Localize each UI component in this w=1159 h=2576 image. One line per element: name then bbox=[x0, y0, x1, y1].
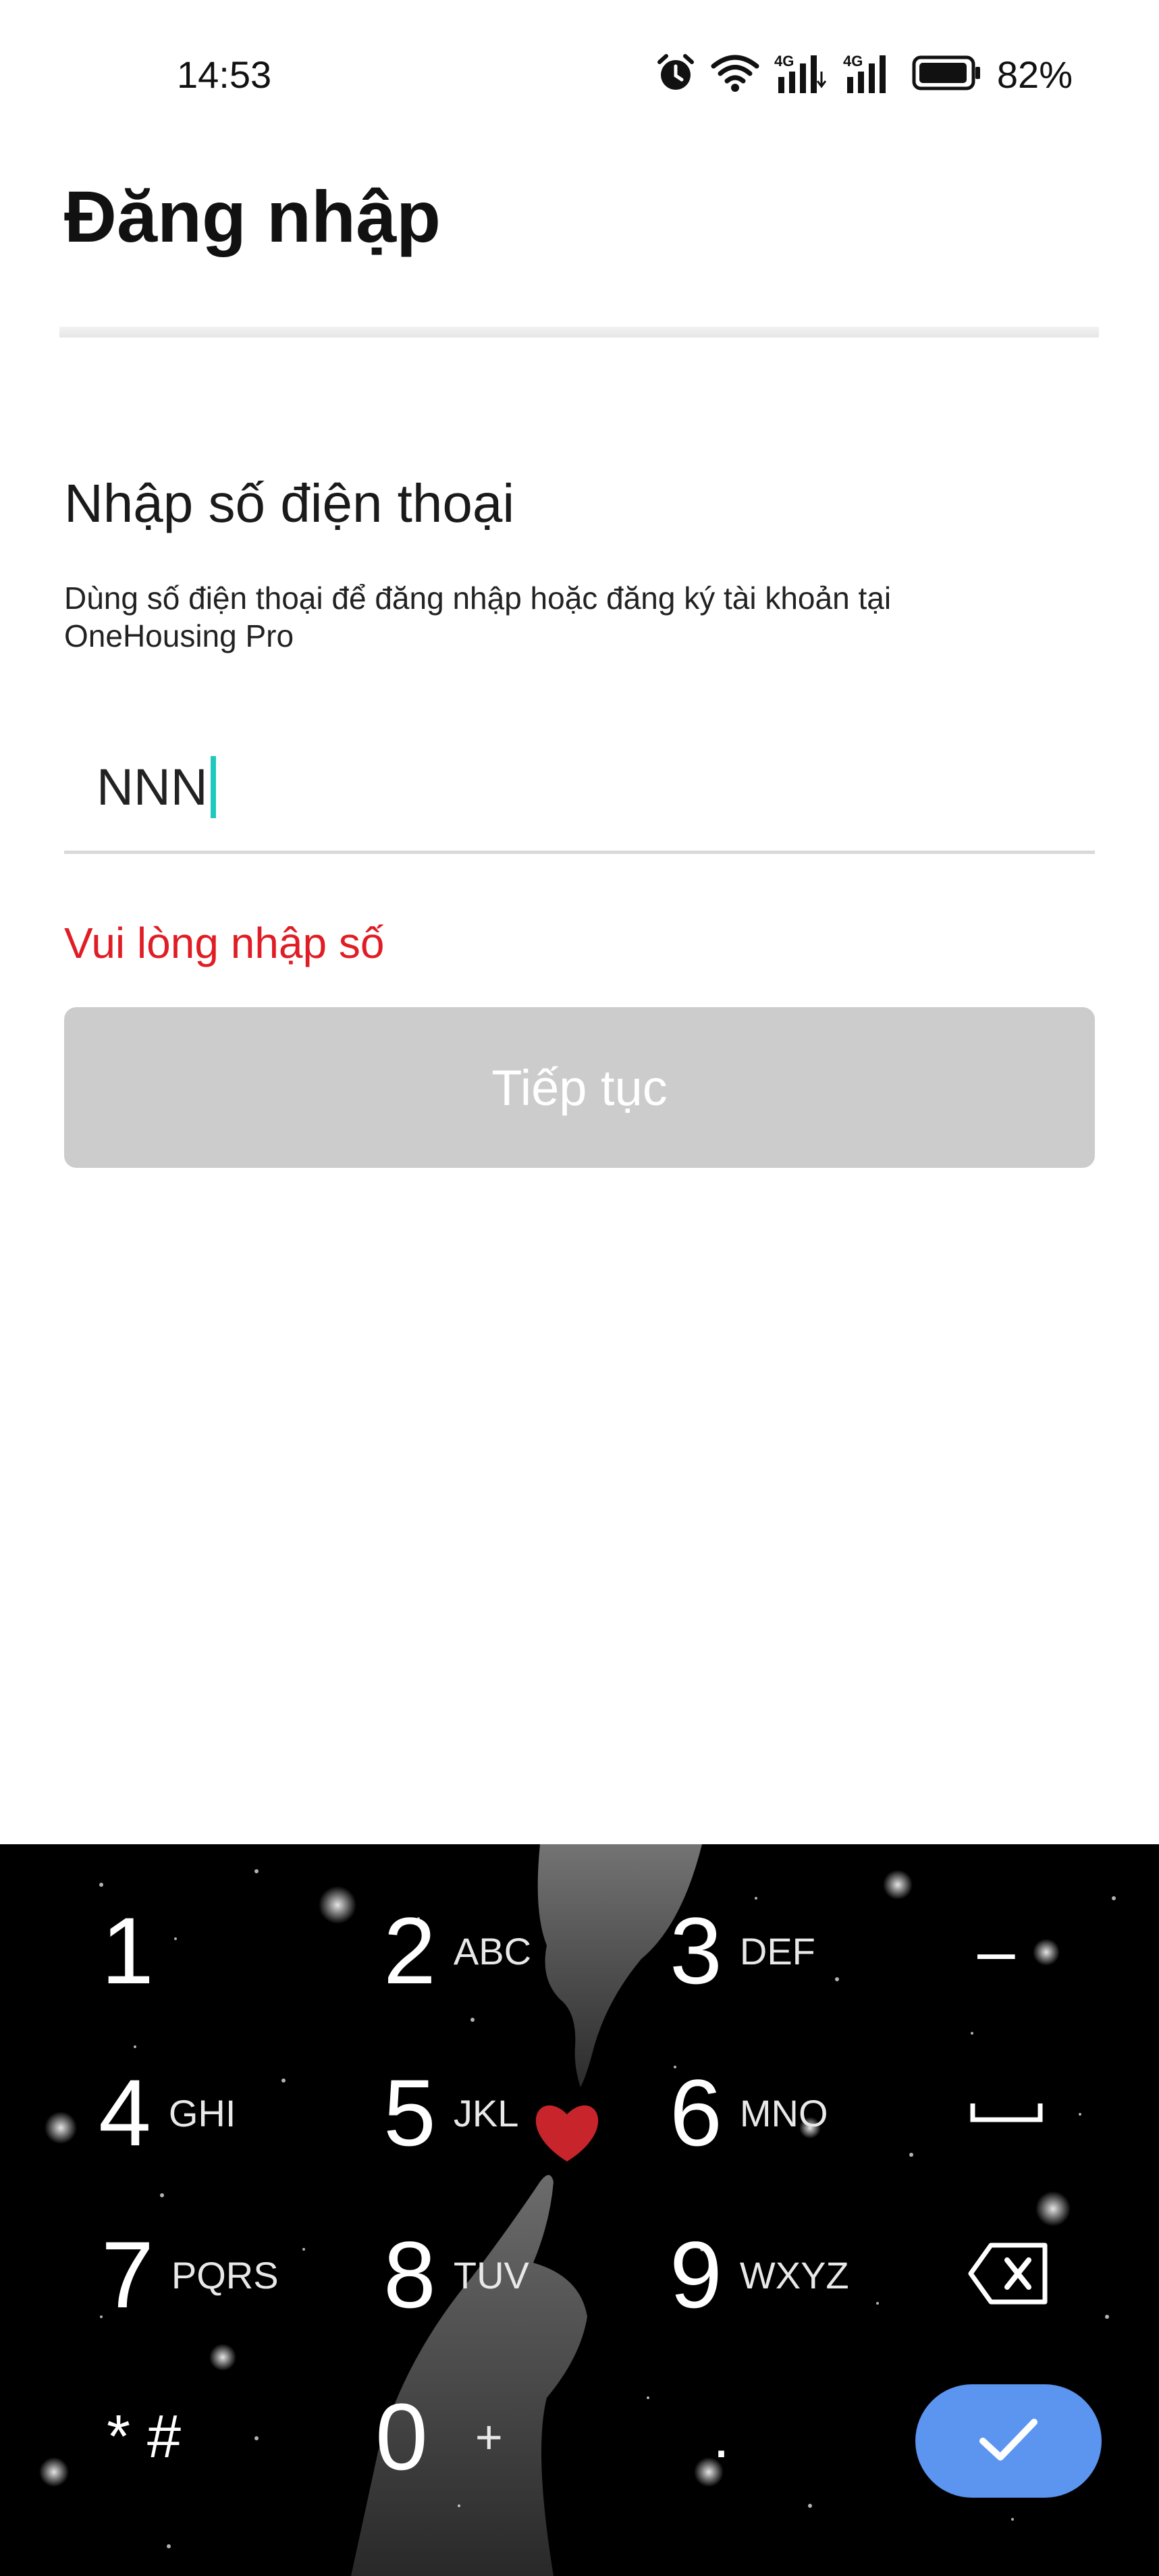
key-digit: 1 bbox=[101, 1898, 154, 2004]
page-title: Đăng nhập bbox=[64, 176, 441, 257]
header-divider bbox=[59, 327, 1099, 338]
backspace-icon bbox=[967, 2241, 1050, 2309]
key-star-hash[interactable]: * # bbox=[107, 2356, 181, 2518]
key-6[interactable]: 6 MNO bbox=[670, 2032, 828, 2194]
backspace-key[interactable] bbox=[967, 2194, 1050, 2356]
space-key[interactable] bbox=[969, 2032, 1044, 2194]
key-letters: MNO bbox=[739, 2091, 828, 2135]
key-letters: PQRS bbox=[171, 2253, 279, 2297]
checkmark-icon bbox=[975, 2413, 1042, 2470]
key-letters: ABC bbox=[453, 1929, 532, 1973]
status-time: 14:53 bbox=[177, 53, 272, 96]
signal-4g-icon: 4G bbox=[843, 51, 897, 98]
svg-text:4G: 4G bbox=[843, 53, 863, 70]
phone-input-value[interactable]: NNN bbox=[97, 756, 216, 818]
key-3[interactable]: 3 DEF bbox=[670, 1870, 815, 2032]
wifi-icon bbox=[711, 53, 759, 97]
key-digit: 0 bbox=[375, 2384, 428, 2490]
phone-section-description: Dùng số điện thoại để đăng nhập hoặc đăn… bbox=[64, 581, 892, 653]
key-digit: 9 bbox=[670, 2222, 722, 2328]
key-dash[interactable]: – bbox=[977, 1870, 1015, 2032]
key-digit: 5 bbox=[383, 2060, 436, 2166]
phone-section-title: Nhập số điện thoại bbox=[64, 473, 515, 533]
svg-text:4G: 4G bbox=[774, 53, 794, 70]
key-digit: 3 bbox=[670, 1898, 722, 2004]
status-bar: 14:53 4G 4G 82% bbox=[0, 0, 1159, 149]
battery-percent: 82% bbox=[996, 53, 1073, 96]
key-8[interactable]: 8 TUV bbox=[383, 2194, 529, 2356]
key-0[interactable]: 0 + bbox=[375, 2356, 503, 2518]
key-1[interactable]: 1 bbox=[101, 1870, 154, 2032]
key-letters: + bbox=[475, 2411, 503, 2463]
key-letters: DEF bbox=[739, 1929, 815, 1973]
space-icon bbox=[969, 2098, 1044, 2128]
key-digit: 6 bbox=[670, 2060, 722, 2166]
key-letters: JKL bbox=[453, 2091, 519, 2135]
battery-icon bbox=[912, 55, 982, 94]
key-5[interactable]: 5 JKL bbox=[383, 2032, 518, 2194]
key-9[interactable]: 9 WXYZ bbox=[670, 2194, 849, 2356]
phone-error-message: Vui lòng nhập số bbox=[64, 919, 385, 967]
key-letters: GHI bbox=[168, 2091, 236, 2135]
text-caret bbox=[210, 756, 216, 818]
alarm-icon bbox=[655, 53, 696, 97]
key-digit: 2 bbox=[383, 1898, 436, 2004]
key-digit: 4 bbox=[99, 2060, 151, 2166]
key-7[interactable]: 7 PQRS bbox=[101, 2194, 279, 2356]
key-digit: 7 bbox=[101, 2222, 154, 2328]
key-letters: WXYZ bbox=[739, 2253, 849, 2297]
phone-input[interactable]: NNN bbox=[64, 736, 1095, 854]
key-dot[interactable]: . bbox=[713, 2356, 730, 2518]
signal-4g-icon: 4G bbox=[774, 51, 828, 98]
status-icons: 4G 4G 82% bbox=[655, 47, 1073, 101]
phone-input-text: NNN bbox=[97, 758, 208, 816]
key-digit: 8 bbox=[383, 2222, 436, 2328]
key-2[interactable]: 2 ABC bbox=[383, 1870, 531, 2032]
key-4[interactable]: 4 GHI bbox=[99, 2032, 236, 2194]
key-letters: TUV bbox=[453, 2253, 529, 2297]
continue-button[interactable]: Tiếp tục bbox=[64, 1007, 1095, 1168]
done-key[interactable] bbox=[915, 2384, 1102, 2498]
